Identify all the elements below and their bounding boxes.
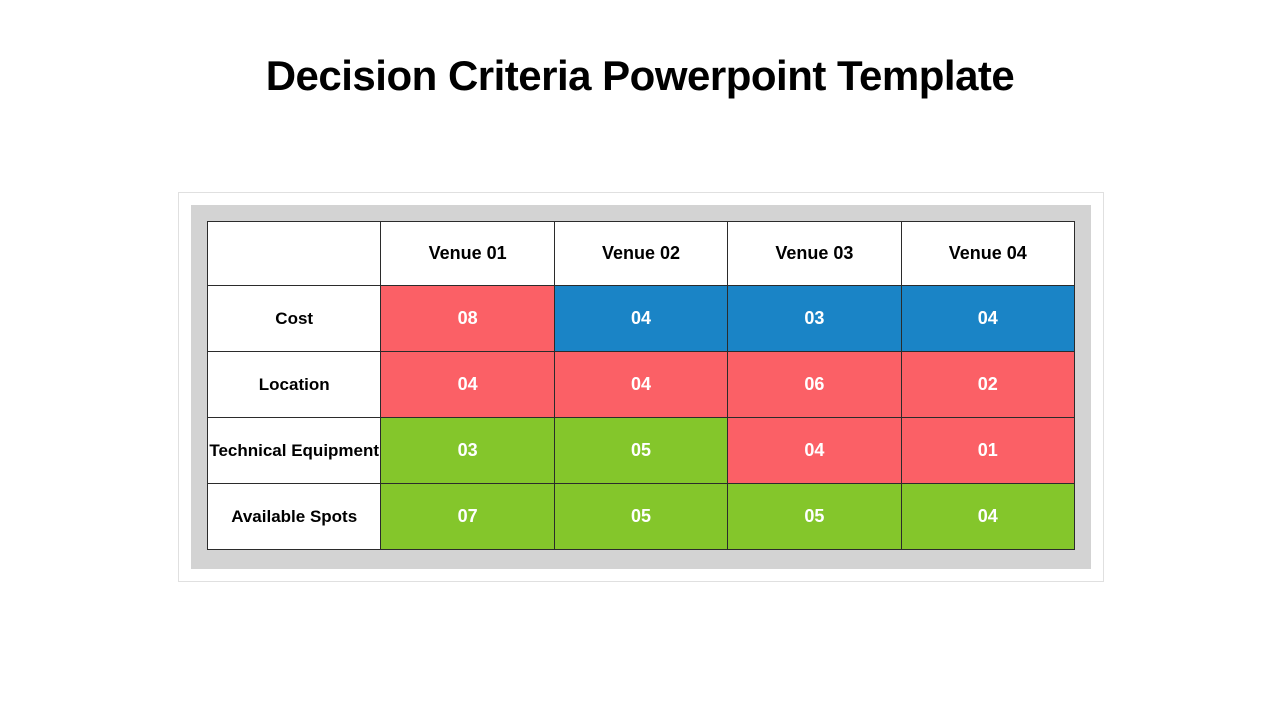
cell: 01 <box>901 418 1074 484</box>
cell: 04 <box>381 352 554 418</box>
cell: 04 <box>728 418 901 484</box>
decision-table: Venue 01 Venue 02 Venue 03 Venue 04 Cost… <box>207 221 1075 550</box>
table-inner: Venue 01 Venue 02 Venue 03 Venue 04 Cost… <box>191 205 1091 569</box>
cell: 03 <box>381 418 554 484</box>
cell: 04 <box>554 286 727 352</box>
cell: 08 <box>381 286 554 352</box>
cell: 06 <box>728 352 901 418</box>
row-label-cost: Cost <box>208 286 381 352</box>
cell: 05 <box>554 418 727 484</box>
table-row: Location 04 04 06 02 <box>208 352 1075 418</box>
table-row: Technical Equipment 03 05 04 01 <box>208 418 1075 484</box>
row-label-technical-equipment: Technical Equipment <box>208 418 381 484</box>
table-panel: Venue 01 Venue 02 Venue 03 Venue 04 Cost… <box>178 192 1104 582</box>
cell: 05 <box>554 484 727 550</box>
col-header-venue-02: Venue 02 <box>554 222 727 286</box>
row-label-available-spots: Available Spots <box>208 484 381 550</box>
cell: 04 <box>554 352 727 418</box>
page-title: Decision Criteria Powerpoint Template <box>0 0 1280 100</box>
cell: 05 <box>728 484 901 550</box>
col-header-venue-04: Venue 04 <box>901 222 1074 286</box>
cell: 02 <box>901 352 1074 418</box>
cell: 04 <box>901 484 1074 550</box>
cell: 04 <box>901 286 1074 352</box>
header-row: Venue 01 Venue 02 Venue 03 Venue 04 <box>208 222 1075 286</box>
row-label-location: Location <box>208 352 381 418</box>
table-row: Available Spots 07 05 05 04 <box>208 484 1075 550</box>
cell: 07 <box>381 484 554 550</box>
cell: 03 <box>728 286 901 352</box>
col-header-venue-03: Venue 03 <box>728 222 901 286</box>
slide: Decision Criteria Powerpoint Template Ve… <box>0 0 1280 720</box>
table-row: Cost 08 04 03 04 <box>208 286 1075 352</box>
header-corner <box>208 222 381 286</box>
col-header-venue-01: Venue 01 <box>381 222 554 286</box>
